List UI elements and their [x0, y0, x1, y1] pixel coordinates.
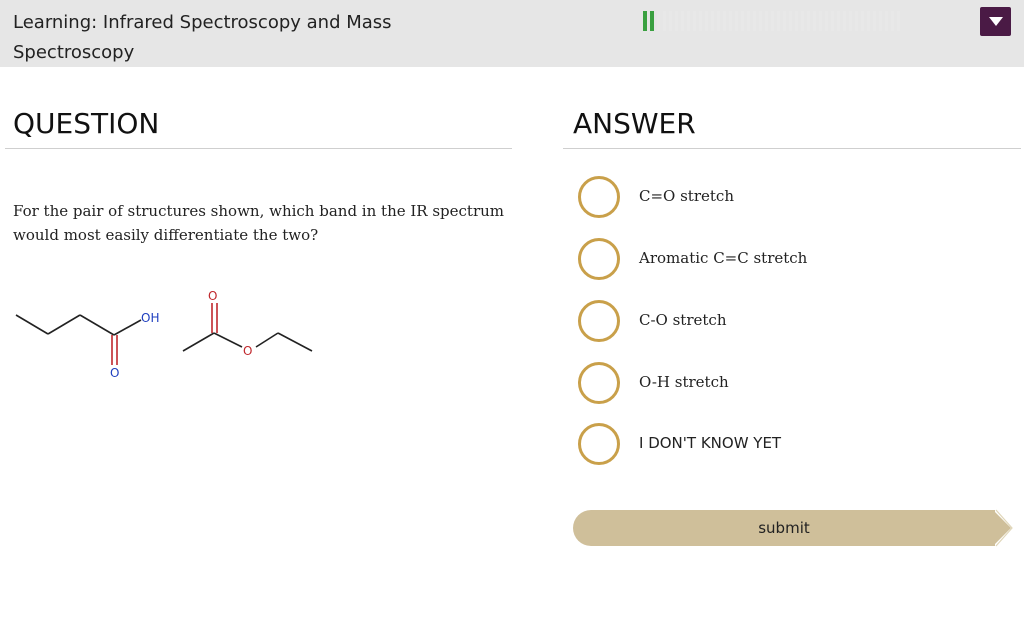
progress-segment — [855, 11, 858, 31]
progress-segment — [705, 11, 708, 31]
ester-oxygen-label: O — [243, 344, 252, 358]
progress-segment — [723, 11, 726, 31]
progress-segment — [819, 11, 822, 31]
question-text: For the pair of structures shown, which … — [13, 202, 505, 244]
radio-button[interactable] — [578, 176, 620, 218]
submit-button[interactable]: submit — [573, 510, 995, 546]
radio-button[interactable] — [578, 362, 620, 404]
progress-segment — [681, 11, 684, 31]
progress-segment — [879, 11, 882, 31]
answer-choice-label: C-O stretch — [639, 311, 727, 329]
hydroxyl-label: OH — [141, 311, 159, 325]
progress-segment — [663, 11, 666, 31]
progress-segment — [813, 11, 816, 31]
progress-segment — [825, 11, 828, 31]
progress-segment — [867, 11, 870, 31]
progress-segment-complete — [650, 11, 654, 31]
progress-segment — [885, 11, 888, 31]
progress-segment — [837, 11, 840, 31]
progress-segment — [795, 11, 798, 31]
answer-choice-label: Aromatic C=C stretch — [639, 249, 808, 267]
progress-segment — [843, 11, 846, 31]
progress-segment — [687, 11, 690, 31]
progress-segment — [759, 11, 762, 31]
answer-heading: ANSWER — [573, 107, 696, 140]
answer-choice-label: I DON'T KNOW YET — [639, 434, 782, 452]
progress-segment — [891, 11, 894, 31]
answer-choice-dont-know[interactable]: I DON'T KNOW YET — [578, 423, 1018, 471]
progress-segment — [657, 11, 660, 31]
caret-down-icon — [989, 17, 1003, 26]
butanoic-acid-structure — [15, 314, 142, 365]
answer-divider — [563, 148, 1021, 149]
progress-segment — [765, 11, 768, 31]
progress-segment — [741, 11, 744, 31]
submit-label: submit — [758, 519, 810, 537]
acid-oxygen-label: O — [110, 366, 119, 380]
question-heading: QUESTION — [13, 107, 160, 140]
progress-segment — [717, 11, 720, 31]
radio-button[interactable] — [578, 423, 620, 465]
progress-segment — [801, 11, 804, 31]
progress-segment — [873, 11, 876, 31]
progress-segment — [669, 11, 672, 31]
progress-segment — [897, 11, 900, 31]
radio-button[interactable] — [578, 238, 620, 280]
progress-segment — [753, 11, 756, 31]
progress-segment — [777, 11, 780, 31]
answer-choice-co-single[interactable]: C-O stretch — [578, 300, 1018, 348]
progress-segment — [831, 11, 834, 31]
progress-segment — [771, 11, 774, 31]
progress-segment — [675, 11, 678, 31]
answer-choice-label: C=O stretch — [639, 187, 734, 205]
answer-choice-aromatic-cc[interactable]: Aromatic C=C stretch — [578, 238, 1018, 286]
answer-choice-oh[interactable]: O-H stretch — [578, 362, 1018, 410]
ester-carbonyl-oxygen-label: O — [208, 289, 217, 303]
progress-segment — [735, 11, 738, 31]
progress-bar — [643, 11, 900, 31]
answer-choice-label: O-H stretch — [639, 373, 729, 391]
progress-segment — [861, 11, 864, 31]
progress-segment — [849, 11, 852, 31]
progress-segment — [699, 11, 702, 31]
menu-button[interactable] — [980, 7, 1011, 36]
submit-arrow-icon[interactable] — [993, 508, 1013, 548]
chemical-structures-figure: OH O O O — [15, 289, 313, 380]
progress-segment — [711, 11, 714, 31]
progress-segment — [783, 11, 786, 31]
top-bar: Learning: Infrared Spectroscopy and Mass… — [0, 0, 1024, 67]
progress-segment — [693, 11, 696, 31]
progress-segment — [789, 11, 792, 31]
progress-segment — [747, 11, 750, 31]
question-divider — [5, 148, 512, 149]
progress-segment — [807, 11, 810, 31]
progress-segment-complete — [643, 11, 647, 31]
radio-button[interactable] — [578, 300, 620, 342]
progress-segment — [729, 11, 732, 31]
answer-choice-co-double[interactable]: C=O stretch — [578, 176, 1018, 224]
assignment-title: Learning: Infrared Spectroscopy and Mass… — [13, 12, 392, 63]
